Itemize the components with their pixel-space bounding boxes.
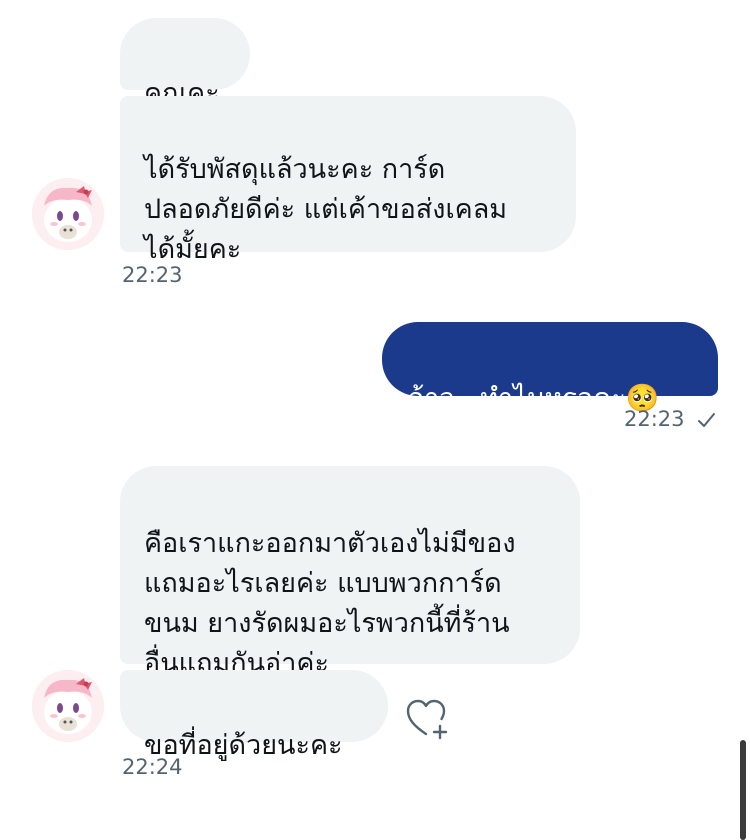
message-text: อ้าว...ทำไมหรอคะ🥺 bbox=[408, 383, 660, 414]
scrollbar[interactable] bbox=[740, 740, 746, 840]
message-text: ได้รับพัสดุแล้วนะคะ การ์ด ปลอดภัยดีค่ะ แ… bbox=[144, 154, 508, 265]
timestamp: 22:23 bbox=[624, 407, 685, 431]
avatar[interactable] bbox=[32, 670, 104, 742]
message-bubble-incoming[interactable]: ได้รับพัสดุแล้วนะคะ การ์ด ปลอดภัยดีค่ะ แ… bbox=[120, 96, 576, 265]
checkmark-icon bbox=[698, 413, 715, 427]
timestamp: 22:23 bbox=[122, 263, 183, 287]
avatar[interactable] bbox=[32, 178, 104, 250]
message-bubble-incoming[interactable]: ขอที่อยู่ด้วยนะคะ bbox=[120, 670, 388, 761]
message-text: คือเราแกะออกมาตัวเองไม่มีของ แถมอะไรเลยค… bbox=[144, 528, 516, 679]
message-bubble-incoming[interactable]: คือเราแกะออกมาตัวเองไม่มีของ แถมอะไรเลยค… bbox=[120, 466, 580, 679]
message-bubble-outgoing[interactable]: อ้าว...ทำไมหรอคะ🥺 bbox=[382, 322, 718, 414]
avatar-image bbox=[32, 670, 104, 742]
heart-plus-icon[interactable] bbox=[404, 696, 450, 742]
avatar-image bbox=[32, 178, 104, 250]
message-bubble-incoming[interactable]: คุณคะ bbox=[120, 18, 250, 109]
timestamp: 22:24 bbox=[122, 755, 183, 779]
